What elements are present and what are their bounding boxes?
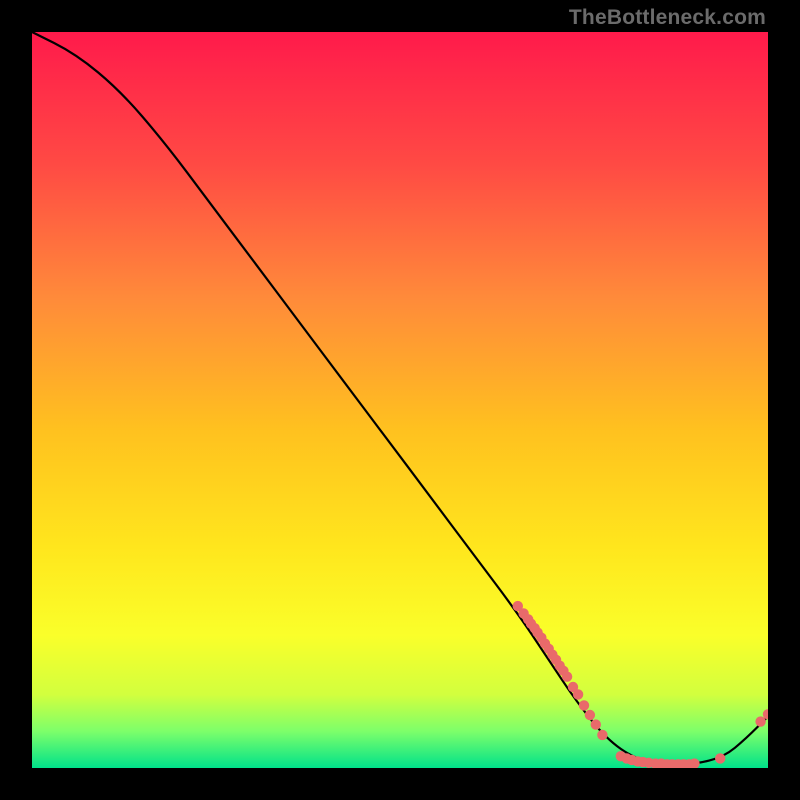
- data-point: [585, 710, 595, 720]
- data-point: [755, 716, 765, 726]
- data-point: [573, 689, 583, 699]
- chart-frame: [32, 32, 768, 768]
- data-point: [579, 700, 589, 710]
- gradient-background: [32, 32, 768, 768]
- data-point: [591, 719, 601, 729]
- data-point: [715, 753, 725, 763]
- chart-svg: [32, 32, 768, 768]
- data-point: [597, 730, 607, 740]
- attribution-text: TheBottleneck.com: [569, 6, 766, 30]
- data-point: [562, 672, 572, 682]
